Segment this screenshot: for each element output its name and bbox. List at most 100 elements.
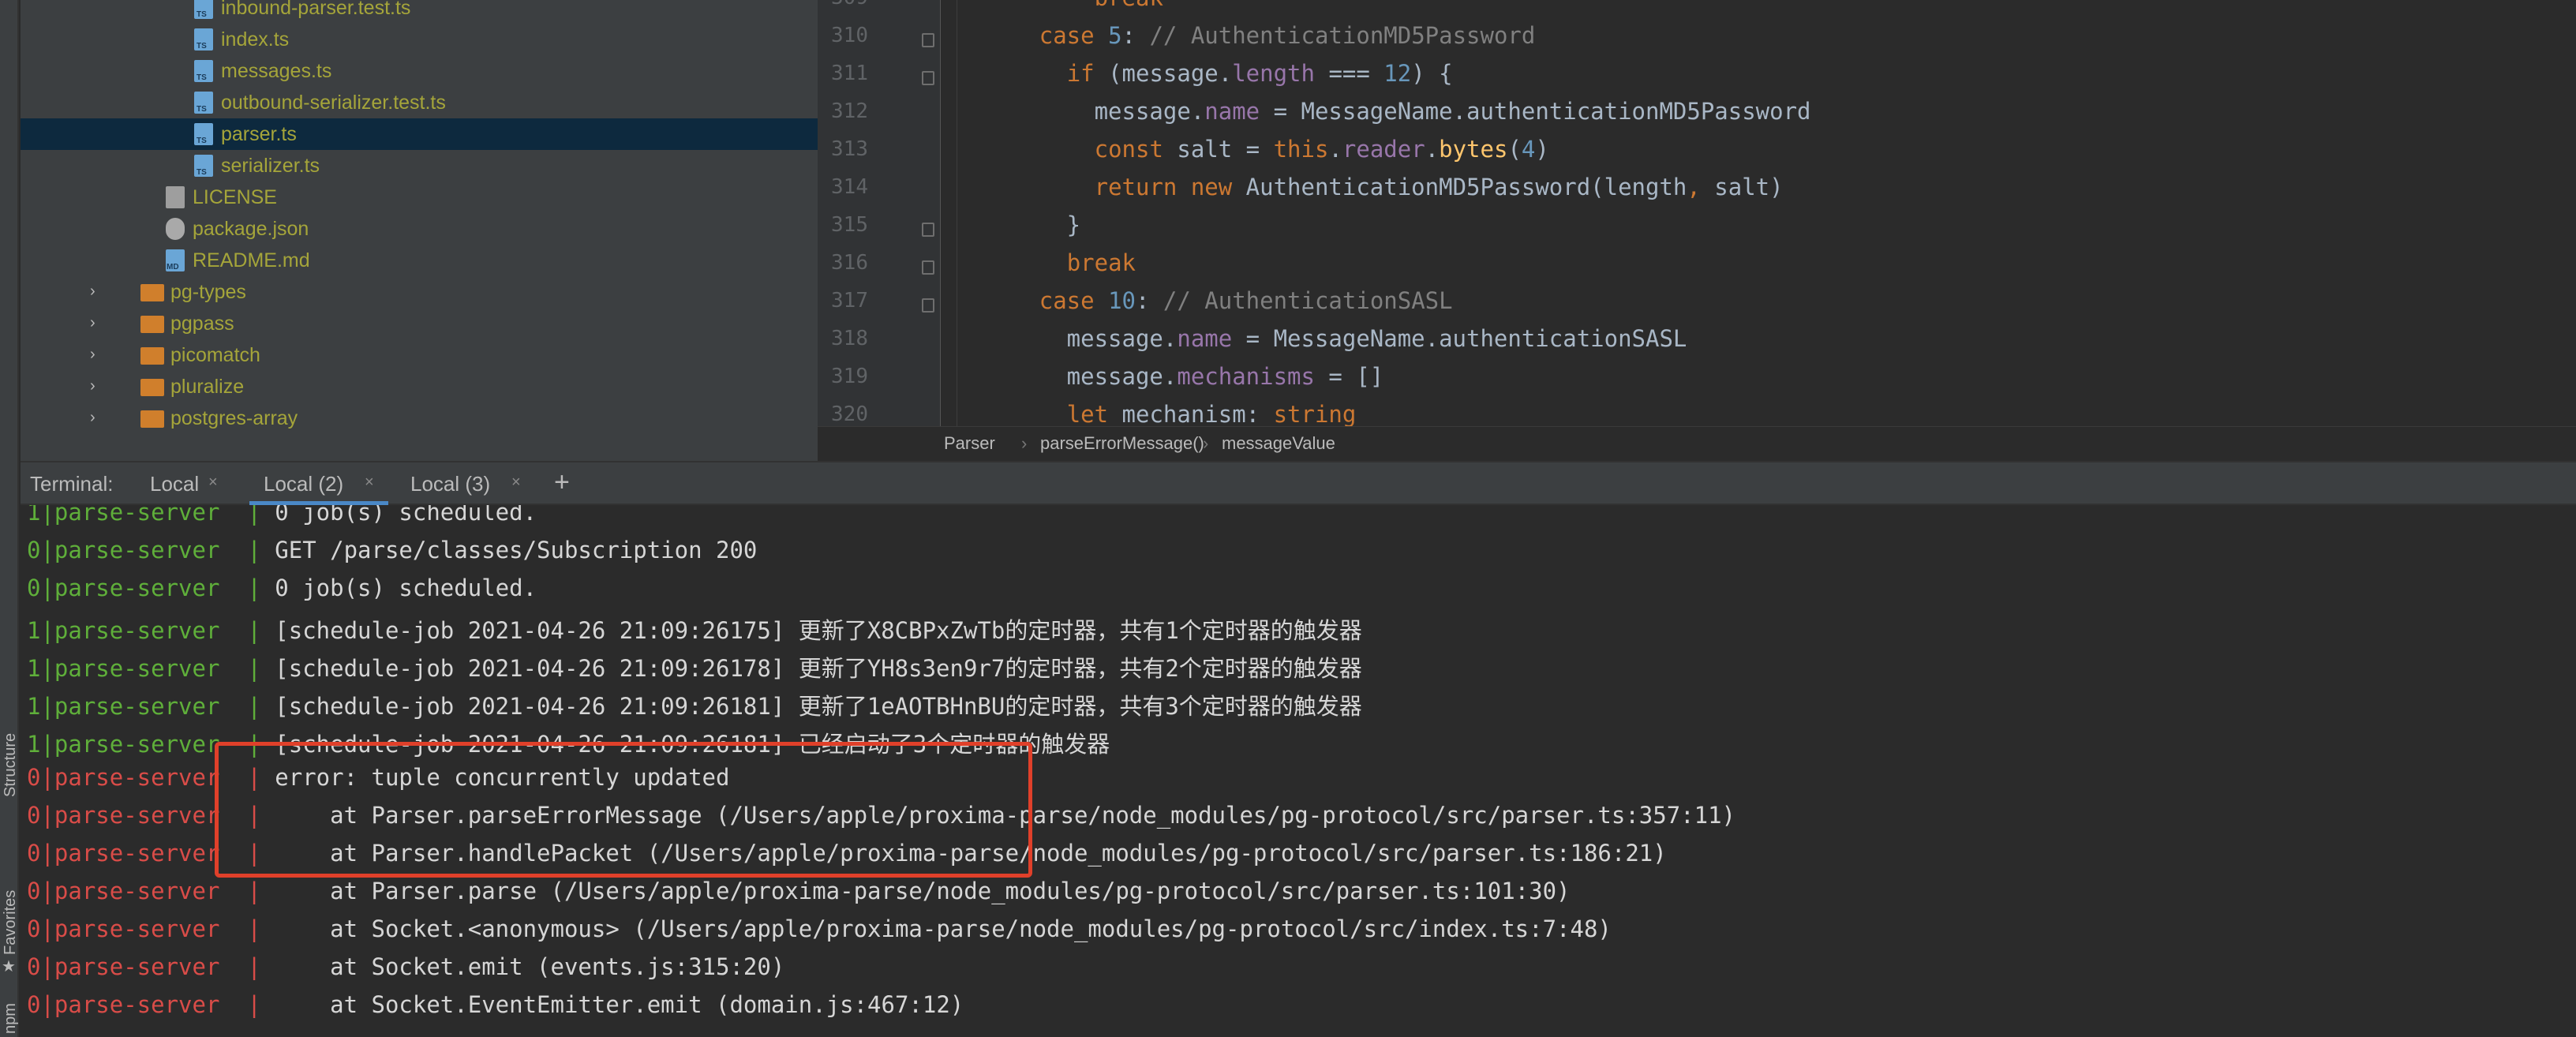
log-message: at Socket.EventEmitter.emit (domain.js:4… [275,991,964,1018]
code-token: ( [1507,136,1522,163]
fold-marker-icon[interactable] [922,223,934,237]
code-token: : [1121,22,1150,49]
tree-item[interactable]: › pg-types [21,276,818,308]
breadcrumb-item[interactable]: parseErrorMessage() [1040,433,1204,454]
code-line: message.name = MessageName.authenticatio… [957,98,1811,136]
terminal-line: 0|parse-server | GET /parse/classes/Subs… [27,537,757,575]
code-line: const salt = this.reader.bytes(4) [957,136,1549,174]
log-separator: | [247,915,261,942]
process-name: 1|parse-server [27,693,220,720]
markdown-file-icon [166,249,185,271]
tree-item[interactable]: messages.ts [21,55,818,87]
process-name: 0|parse-server [27,991,220,1018]
tree-item[interactable]: › postgres-array [21,402,818,434]
tree-item-label: inbound-parser.test.ts [221,0,411,19]
tree-item[interactable]: outbound-serializer.test.ts [21,87,818,118]
code-token: . [1425,136,1440,163]
log-separator: | [247,617,261,644]
tree-item[interactable]: › picomatch [21,339,818,371]
breadcrumb-chevron-icon: › [1203,433,1209,453]
fold-marker-icon[interactable] [922,298,934,313]
chevron-right-icon[interactable]: › [90,346,103,365]
close-icon[interactable]: × [208,474,218,492]
code-token: = MessageName.authenticationSASL [1232,325,1687,352]
code-line: message.name = MessageName.authenticatio… [957,325,1687,363]
process-name: 1|parse-server [27,617,220,644]
tree-item[interactable]: README.md [21,245,818,276]
folder-icon [140,347,164,365]
breadcrumb-item[interactable]: messageValue [1222,433,1335,454]
code-token: reader [1342,136,1425,163]
log-message: at Socket.emit (events.js:315:20) [275,953,785,980]
code-editor: 309 310 311 312 313 314 315 316 317 318 319 320 bre… [818,0,2576,461]
code-token: ) [1535,136,1549,163]
line-number: 311 [831,62,868,85]
text-file-icon [166,186,185,208]
structure-tab-label: Structure [2,732,19,797]
code-token: , [1687,174,1715,200]
terminal-tab-label: Local (3) [410,472,491,496]
tree-item-label: picomatch [170,344,260,366]
process-name: 0|parse-server [27,840,220,867]
log-separator: | [247,953,261,980]
chevron-right-icon[interactable]: › [90,314,103,333]
tree-item-label: pluralize [170,376,245,398]
terminal-line: 1|parse-server | [schedule-job 2021-04-2… [27,612,1362,650]
tree-item[interactable]: index.ts [21,24,818,55]
log-separator: | [247,655,261,682]
code-token: : [1136,287,1163,314]
fold-marker-icon[interactable] [922,260,934,275]
code-token: message. [957,363,1178,390]
terminal-line: 0|parse-server | at Socket.EventEmitter.… [27,991,964,1029]
code-token: AuthenticationMD5Password(length [1245,174,1687,200]
fold-marker-icon[interactable] [922,33,934,47]
close-icon[interactable]: × [511,474,521,492]
typescript-file-icon [194,123,213,145]
terminal-tab[interactable]: Local (3) × [410,462,535,505]
tree-item[interactable]: package.json [21,213,818,245]
tree-item[interactable]: serializer.ts [21,150,818,182]
fold-marker-icon[interactable] [922,71,934,85]
breadcrumb-item[interactable]: Parser [944,433,995,454]
code-token: (message. [1108,60,1233,87]
terminal-tab[interactable]: Local × [150,462,232,505]
tree-item[interactable]: parser.ts [21,118,818,150]
tree-item[interactable]: LICENSE [21,182,818,213]
tree-item-label: parser.ts [221,123,297,145]
npm-tab-label: npm [2,1003,19,1034]
terminal-tab[interactable]: Local (2) × [249,462,388,505]
tree-item[interactable]: › pluralize [21,371,818,402]
code-line: } [957,212,1080,249]
new-terminal-tab-button[interactable]: + [554,467,570,498]
line-number: 315 [831,213,868,237]
star-icon: ★ [2,958,16,975]
close-icon[interactable]: × [365,474,374,492]
log-message: at Parser.parse (/Users/apple/proxima-pa… [275,878,1571,904]
tree-item[interactable]: › pgpass [21,308,818,339]
tree-item-label: package.json [193,218,309,240]
process-name: 1|parse-server [27,505,220,526]
code-token: return new [1094,174,1246,200]
tree-item[interactable]: inbound-parser.test.ts [21,0,818,24]
log-separator: | [247,991,261,1018]
chevron-right-icon[interactable]: › [90,409,103,428]
terminal-line: 0|parse-server | at Parser.parse (/Users… [27,878,1571,915]
editor-gutter: 309 310 311 312 313 314 315 316 317 318 319 320 [818,0,941,426]
chevron-right-icon[interactable]: › [90,377,103,396]
chevron-right-icon[interactable]: › [90,283,103,301]
process-name: 1|parse-server [27,655,220,682]
